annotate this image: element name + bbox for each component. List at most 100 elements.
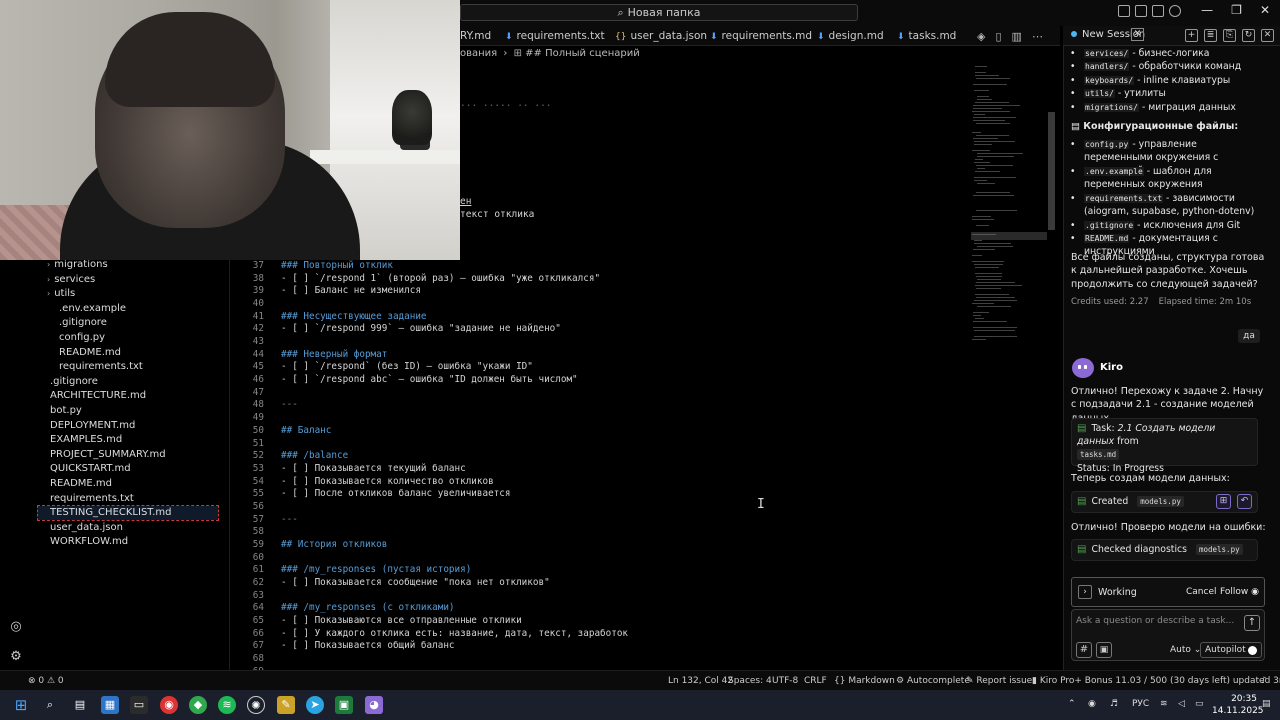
cancel-button[interactable]: Cancel	[1186, 587, 1217, 597]
code-line[interactable]: 39 - [ ] Баланс не изменился	[230, 285, 970, 298]
terminal-icon[interactable]: ▭	[130, 696, 148, 714]
explorer-file[interactable]: user_data.json	[38, 521, 123, 535]
code-line[interactable]: 65 - [ ] Показываются все отправленные от…	[230, 615, 970, 628]
toggle-sidebar-icon[interactable]	[1118, 5, 1130, 17]
context-hash-icon[interactable]: #	[1076, 642, 1092, 658]
notifications-icon[interactable]: ♪	[1261, 676, 1267, 686]
open-diff-icon[interactable]: ⊞	[1216, 494, 1231, 509]
cursor-position[interactable]: Ln 132, Col 42	[668, 676, 733, 686]
code-line[interactable]: 41 ### Несуществующее задание	[230, 311, 970, 324]
kiro-usage[interactable]: ▮ Kiro Pro+ Bonus 11.03 / 500 (30 days l…	[1032, 676, 1280, 686]
code-line[interactable]: 54 - [ ] Показывается количество откликов	[230, 476, 970, 489]
send-icon[interactable]: ↑	[1244, 615, 1260, 631]
search-icon[interactable]: ⌕	[41, 696, 59, 714]
code-line[interactable]: 37 ### Повторный отклик	[230, 260, 970, 273]
explorer-file[interactable]: ARCHITECTURE.md	[38, 389, 146, 403]
code-line[interactable]: 45 - [ ] `/respond` (без ID) — ошибка "ук…	[230, 361, 970, 374]
minimap[interactable]	[970, 62, 1048, 352]
minimize-icon[interactable]: —	[1201, 3, 1213, 17]
open-changes-icon[interactable]: ▥	[1012, 30, 1022, 43]
code-line[interactable]: 57 ---	[230, 514, 970, 527]
follow-button[interactable]: Follow ◉	[1220, 587, 1259, 597]
explorer-file[interactable]: requirements.txt	[38, 492, 134, 506]
explorer-file[interactable]: EXAMPLES.md	[38, 433, 122, 447]
explorer-file[interactable]: .gitignore	[47, 316, 107, 330]
kiro-taskbar-icon[interactable]: ◕	[365, 696, 383, 714]
explorer-file[interactable]: QUICKSTART.md	[38, 462, 131, 476]
code-line[interactable]: 55 - [ ] После откликов баланс увеличивае…	[230, 488, 970, 501]
close-window-icon[interactable]: ✕	[1260, 3, 1270, 17]
encoding[interactable]: UTF-8	[772, 676, 798, 686]
more-actions-icon[interactable]: ⋯	[1032, 30, 1043, 43]
wifi-icon[interactable]: ≋	[1160, 699, 1168, 709]
file-explorer-icon[interactable]: ▤	[71, 696, 89, 714]
language-indicator[interactable]: РУС	[1132, 699, 1149, 709]
command-search[interactable]: ⌕ Новая папка	[460, 4, 858, 21]
code-line[interactable]: 56	[230, 501, 970, 514]
code-line[interactable]: 52 ### /balance	[230, 450, 970, 463]
code-line[interactable]: 44 ### Неверный формат	[230, 349, 970, 362]
explorer-file[interactable]: PROJECT_SUMMARY.md	[38, 448, 166, 462]
created-file[interactable]: models.py	[1137, 496, 1184, 507]
explorer-file[interactable]: .gitignore	[38, 375, 98, 389]
code-line[interactable]: 51	[230, 438, 970, 451]
notification-bell-icon[interactable]: ▤	[1262, 699, 1271, 709]
app-icon[interactable]: ✺	[247, 696, 265, 714]
chevron-right-icon[interactable]: ›	[1078, 585, 1092, 599]
attach-image-icon[interactable]: ▣	[1096, 642, 1112, 658]
close-session-icon[interactable]: ✕	[1131, 28, 1144, 41]
tab-requirements-md[interactable]: ⬇ requirements.md	[710, 26, 812, 46]
code-line[interactable]: 66 - [ ] У каждого отклика есть: название…	[230, 628, 970, 641]
autopilot-toggle[interactable]: Autopilot	[1200, 642, 1262, 658]
chrome-icon[interactable]: ◉	[160, 696, 178, 714]
breadcrumb-symbol[interactable]: ## Полный сценарий	[525, 48, 640, 59]
chat-input[interactable]: Ask a question or describe a task...	[1076, 616, 1246, 626]
line-endings[interactable]: CRLF	[804, 676, 827, 686]
toggle-secondary-sidebar-icon[interactable]	[1152, 5, 1164, 17]
split-editor-icon[interactable]: ▯	[995, 30, 1001, 43]
code-line[interactable]: 63	[230, 590, 970, 603]
spotify-icon[interactable]: ≋	[218, 696, 236, 714]
toggle-panel-icon[interactable]	[1135, 5, 1147, 17]
account-icon[interactable]	[1169, 5, 1181, 17]
start-icon[interactable]: ⊞	[12, 696, 30, 714]
code-line[interactable]: 53 - [ ] Показывается текущий баланс	[230, 463, 970, 476]
code-line[interactable]: 42 - [ ] `/respond 999` — ошибка "задание…	[230, 323, 970, 336]
code-line[interactable]: 68	[230, 653, 970, 666]
code-line[interactable]: 59 ## История откликов	[230, 539, 970, 552]
indentation[interactable]: Spaces: 4	[728, 676, 772, 686]
app-icon[interactable]: ✎	[277, 696, 295, 714]
explorer-file[interactable]: requirements.txt	[47, 360, 143, 374]
code-line[interactable]: 48 ---	[230, 399, 970, 412]
settings-gear-icon[interactable]: ⚙	[9, 650, 23, 664]
volume-icon[interactable]: ◁	[1178, 699, 1185, 709]
task-file[interactable]: tasks.md	[1077, 449, 1120, 460]
microphone-icon[interactable]: ♬	[1110, 699, 1118, 709]
refresh-icon[interactable]: ↻	[1242, 29, 1255, 42]
model-select[interactable]: Auto ⌄	[1170, 645, 1201, 655]
code-line[interactable]: 60	[230, 552, 970, 565]
explorer-file[interactable]: DEPLOYMENT.md	[38, 419, 135, 433]
explorer-file[interactable]: WORKFLOW.md	[38, 535, 128, 549]
tab-requirements-txt[interactable]: ⬇ requirements.txt	[505, 26, 605, 46]
task-card[interactable]: ▤ Task: 2.1 Создать модели данных from ta…	[1071, 418, 1258, 474]
export-icon[interactable]: ⎘	[1223, 29, 1236, 42]
code-line[interactable]: 64 ### /my_responses (с откликами)	[230, 602, 970, 615]
battery-icon[interactable]: ▭	[1195, 699, 1204, 709]
accounts-icon[interactable]: ◎	[9, 620, 23, 634]
explorer-folder[interactable]: › migrations	[47, 258, 108, 272]
tab-ry-md[interactable]: RY.md	[460, 26, 491, 46]
diagnostics-card[interactable]: ▤ Checked diagnostics models.py	[1071, 539, 1258, 561]
revert-icon[interactable]: ↶	[1237, 494, 1252, 509]
explorer-file[interactable]: .env.example	[47, 302, 126, 316]
tab-design-md[interactable]: ⬇ design.md	[817, 26, 884, 46]
maximize-icon[interactable]: ❐	[1231, 3, 1242, 17]
tab-tasks-md[interactable]: ⬇ tasks.md	[897, 26, 956, 46]
explorer-file[interactable]: TESTING_CHECKLIST.md	[37, 505, 219, 522]
code-line[interactable]: 58	[230, 526, 970, 539]
chevron-up-icon[interactable]: ⌃	[1068, 699, 1076, 709]
explorer-folder[interactable]: › utils	[47, 287, 75, 301]
close-panel-icon[interactable]: ✕	[1261, 29, 1274, 42]
problems-count[interactable]: ⊗ 0 ⚠ 0	[28, 676, 64, 686]
breadcrumb-segment[interactable]: ования	[460, 48, 497, 59]
